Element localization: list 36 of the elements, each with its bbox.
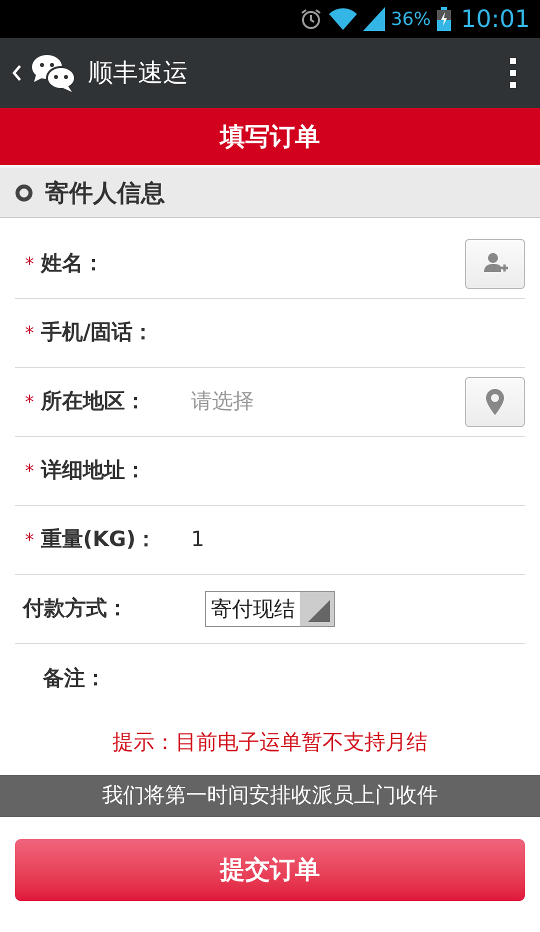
location-pin-icon: [484, 388, 506, 416]
field-label: 姓名：: [41, 250, 105, 278]
field-label: 手机/固话：: [41, 319, 155, 346]
chat-bubbles-icon: [30, 53, 76, 93]
clock-time: 10:01: [460, 4, 530, 35]
alarm-clock-icon: [298, 7, 323, 31]
tip-text: 提示：目前电子运单暂不支持月结: [112, 729, 428, 756]
submit-button[interactable]: 提交订单: [15, 839, 525, 901]
field-label: 备注：: [43, 664, 107, 692]
app-title: 顺丰速运: [88, 57, 189, 90]
section-title: 寄件人信息: [45, 178, 165, 208]
field-label: 付款方式：: [23, 595, 129, 622]
battery-percent: 36%: [390, 8, 431, 32]
field-label: 重量(KG)：: [41, 526, 158, 554]
notice-bar: 我们将第一时间安排收派员上门收件: [0, 775, 540, 817]
field-label: 所在地区：: [41, 388, 147, 416]
contact-button[interactable]: [465, 239, 525, 289]
field-label: 详细地址：: [41, 457, 147, 484]
required-mark: *: [24, 528, 35, 552]
required-mark: *: [24, 252, 35, 276]
circle-bullet-icon: [15, 184, 33, 202]
dropdown-triangle-icon: [308, 600, 330, 622]
more-vertical-icon: [510, 58, 516, 88]
battery-charging-icon: [436, 7, 451, 31]
payment-dropdown[interactable]: 寄付现结: [205, 591, 335, 627]
signal-icon: [362, 7, 385, 31]
required-mark: *: [24, 390, 35, 414]
wifi-icon: [328, 8, 357, 30]
page-header: 填写订单: [0, 108, 540, 168]
location-button[interactable]: [465, 377, 525, 427]
back-button[interactable]: [12, 53, 76, 93]
input-field[interactable]: 请选择: [191, 386, 465, 418]
input-field[interactable]: 1: [191, 524, 525, 556]
back-chevron-icon: [12, 64, 22, 82]
required-mark: *: [24, 460, 35, 484]
required-mark: *: [24, 322, 35, 346]
